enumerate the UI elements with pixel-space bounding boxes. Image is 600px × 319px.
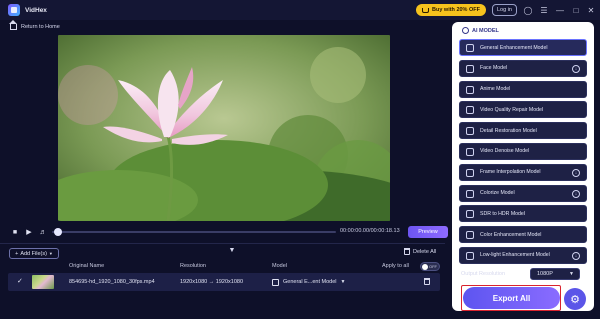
- model-item[interactable]: General Enhancement Model: [459, 39, 587, 56]
- row-delete-icon[interactable]: [424, 278, 430, 285]
- playback-time: 00:00:00.00/00:00:18.13: [340, 228, 400, 234]
- model-item[interactable]: Video Quality Repair Model: [459, 101, 587, 119]
- model-item[interactable]: Frame Interpolation Model ↓: [459, 163, 587, 181]
- header-apply-to-all: Apply to all: [382, 263, 409, 269]
- play-icon[interactable]: ▶: [24, 227, 34, 237]
- close-icon[interactable]: ✕: [585, 4, 597, 16]
- table-row[interactable]: ✓ 854695-hd_1920_1080_30fps.mp4 1920x108…: [8, 273, 440, 291]
- cart-icon: [422, 7, 429, 13]
- checkmark-icon[interactable]: ✓: [17, 277, 23, 285]
- row-model-label: General E...ent Model: [283, 279, 337, 285]
- add-files-button[interactable]: + Add File(s) ▼: [9, 248, 59, 259]
- plus-icon: +: [15, 250, 19, 257]
- model-icon: [466, 147, 474, 156]
- chevron-down-icon: ▼: [340, 279, 346, 285]
- file-name: 854695-hd_1920_1080_30fps.mp4: [69, 279, 155, 285]
- export-highlight-frame: [461, 285, 561, 311]
- model-item-label: Detail Restoration Model: [480, 127, 537, 134]
- model-icon: [466, 85, 474, 94]
- trash-icon: [404, 248, 410, 255]
- home-icon: [9, 20, 17, 30]
- login-button[interactable]: Log in: [492, 4, 517, 16]
- model-item[interactable]: SDR to HDR Model: [459, 205, 587, 223]
- app-logo-icon: [8, 4, 20, 16]
- model-item-label: Face Model: [480, 65, 508, 72]
- model-icon: [272, 278, 279, 286]
- model-icon: [466, 106, 474, 115]
- video-preview: [58, 35, 390, 221]
- model-icon: [466, 64, 474, 73]
- return-to-home-link[interactable]: Return to Home: [9, 20, 60, 32]
- model-icon: [466, 168, 474, 177]
- stop-icon[interactable]: ■: [10, 227, 20, 237]
- model-icon: [466, 210, 474, 219]
- model-item[interactable]: Face Model ↓: [459, 59, 587, 77]
- buy-discount-button[interactable]: Buy with 20% OFF: [416, 4, 486, 16]
- header-original-name: Original Name: [69, 263, 105, 269]
- return-label: Return to Home: [21, 24, 60, 30]
- app-name: VidHex: [25, 6, 47, 14]
- chevron-down-icon: ▼: [48, 251, 53, 256]
- output-resolution-select[interactable]: 1080P ▼: [530, 268, 580, 280]
- title-bar: VidHex Buy with 20% OFF Log in ◯ ☰ — □ ✕: [0, 0, 600, 20]
- model-item-label: Low-light Enhancement Model: [480, 252, 550, 259]
- collapse-chevron-icon[interactable]: ▼: [227, 247, 237, 254]
- chevron-down-icon: ▼: [569, 271, 574, 277]
- model-item-label: Frame Interpolation Model: [480, 169, 541, 176]
- file-resolution: 1920x1080 → 1920x1080: [180, 279, 243, 285]
- model-list: General Enhancement Model Face Model ↓ Anim…: [459, 39, 587, 268]
- gear-icon[interactable]: ⚙: [564, 288, 586, 310]
- header-model: Model: [272, 263, 287, 269]
- model-item-label: General Enhancement Model: [480, 44, 548, 51]
- model-item[interactable]: Video Denoise Model: [459, 142, 587, 160]
- model-item-label: SDR to HDR Model: [480, 210, 525, 217]
- model-item[interactable]: Color Enhancement Model: [459, 226, 587, 244]
- output-resolution-value: 1080P: [537, 271, 553, 277]
- user-icon[interactable]: ◯: [522, 4, 534, 16]
- panel-title-label: AI MODEL: [472, 27, 499, 34]
- panel-title: AI MODEL: [462, 27, 499, 34]
- model-item-label: Anime Model: [480, 86, 511, 93]
- model-item-label: Video Quality Repair Model: [480, 106, 544, 113]
- file-table-header: Original Name Resolution Model Apply to …: [0, 261, 445, 271]
- minimize-icon[interactable]: —: [554, 4, 566, 16]
- row-model-select[interactable]: General E...ent Model ▼: [272, 276, 352, 288]
- buy-label: Buy with 20% OFF: [432, 7, 480, 13]
- model-icon: [466, 251, 474, 260]
- video-thumbnail: [32, 275, 54, 289]
- apply-to-all-toggle[interactable]: OFF: [420, 262, 440, 271]
- model-item[interactable]: Low-light Enhancement Model ↓: [459, 246, 587, 264]
- timeline-thumb[interactable]: [54, 228, 62, 236]
- playback-bar: ■ ▶ ♬ 00:00:00.00/00:00:18.13 Preview: [10, 226, 448, 238]
- file-toolbar: + Add File(s) ▼ ▼ Delete All: [0, 243, 445, 259]
- model-item-label: Colorize Model: [480, 190, 515, 197]
- delete-all-label: Delete All: [413, 248, 437, 255]
- model-icon: [466, 44, 474, 52]
- download-icon[interactable]: ↓: [572, 251, 580, 260]
- model-icon: [466, 231, 474, 240]
- preview-button[interactable]: Preview: [408, 226, 448, 238]
- model-item-label: Color Enhancement Model: [480, 231, 542, 238]
- model-item[interactable]: Detail Restoration Model: [459, 122, 587, 140]
- timeline-track[interactable]: [52, 231, 336, 233]
- download-icon[interactable]: ↓: [572, 168, 580, 177]
- model-item[interactable]: Anime Model: [459, 80, 587, 98]
- ai-icon: [462, 27, 469, 34]
- maximize-icon[interactable]: □: [570, 4, 582, 16]
- download-icon[interactable]: ↓: [572, 64, 580, 73]
- toggle-state: OFF: [429, 264, 437, 269]
- header-resolution: Resolution: [180, 263, 206, 269]
- add-files-label: Add File(s): [20, 250, 47, 257]
- volume-icon[interactable]: ♬: [38, 227, 48, 237]
- model-item-label: Video Denoise Model: [480, 148, 530, 155]
- model-icon: [466, 189, 474, 198]
- download-icon[interactable]: ↓: [572, 189, 580, 198]
- ai-model-panel: AI MODEL General Enhancement Model Face M…: [452, 22, 594, 311]
- delete-all-button[interactable]: Delete All: [404, 248, 436, 255]
- menu-icon[interactable]: ☰: [538, 4, 550, 16]
- model-icon: [466, 127, 474, 136]
- model-item[interactable]: Colorize Model ↓: [459, 184, 587, 202]
- output-resolution-label: Output Resolution: [461, 271, 506, 277]
